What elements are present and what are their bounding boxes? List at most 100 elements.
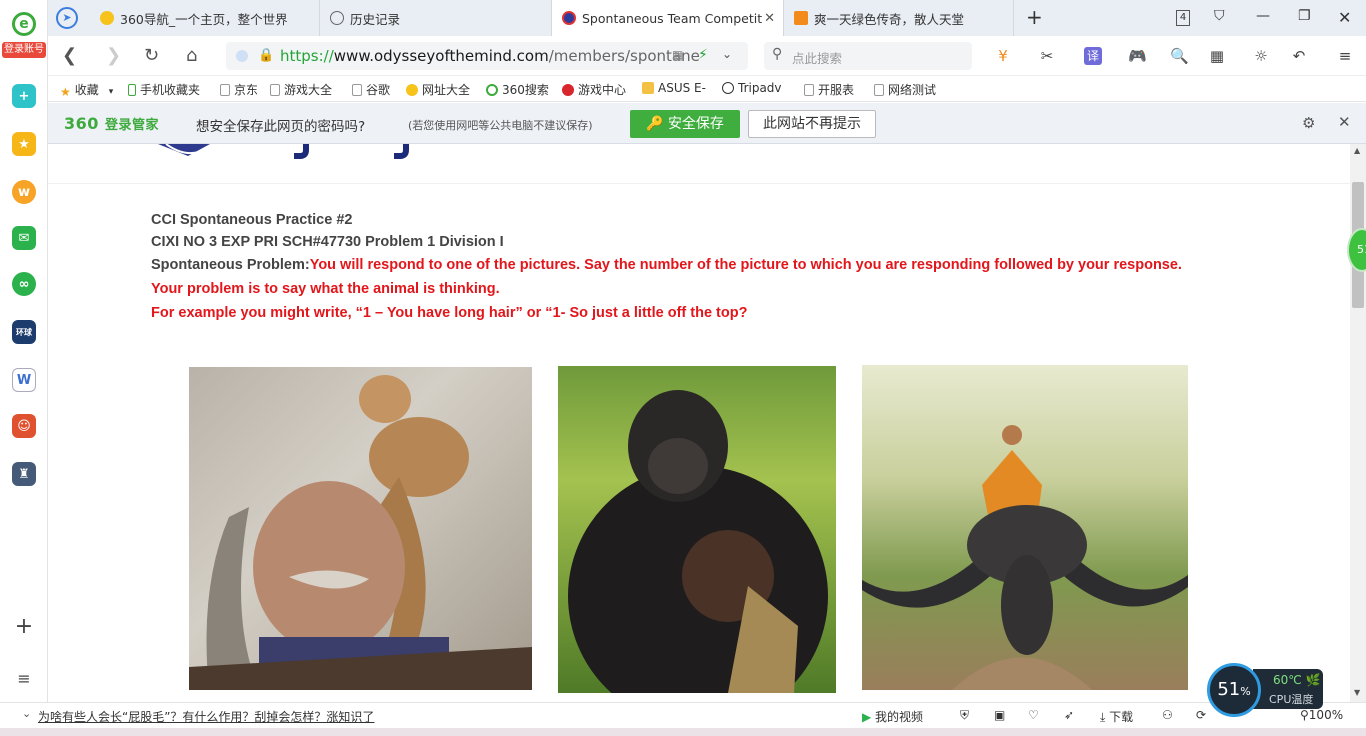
page-icon — [220, 84, 230, 96]
search-icon: ⚲ — [772, 46, 783, 62]
sync-icon[interactable]: ⟳ — [1196, 708, 1206, 722]
never-for-this-site-button[interactable]: 此网站不再提示 — [748, 110, 876, 138]
bookmark-google[interactable]: 谷歌 — [352, 81, 390, 98]
home-button[interactable]: ⌂ — [186, 45, 197, 66]
rocket-icon[interactable]: ➶ — [1064, 708, 1074, 722]
page-icon — [874, 84, 884, 96]
bookmark-mobile-favorites[interactable]: 手机收藏夹 — [128, 81, 200, 98]
back-button[interactable]: ❮ — [62, 45, 77, 66]
360-logo-icon — [406, 84, 418, 96]
problem-example: For example you might write, “1 – You ha… — [151, 305, 748, 321]
menu-list-icon[interactable]: ≡ — [12, 666, 36, 690]
chevron-down-icon[interactable]: ⌄ — [22, 707, 31, 720]
safe-save-button[interactable]: 🔑 安全保存 — [630, 110, 740, 138]
refresh-button[interactable]: ↻ — [144, 45, 159, 66]
image-icon[interactable]: ▣ — [994, 708, 1005, 722]
close-tab-icon[interactable]: ✕ — [764, 11, 775, 26]
chevron-down-icon[interactable]: ⌄ — [722, 47, 732, 61]
download-button[interactable]: ⤓ 下载 — [1100, 708, 1133, 725]
tab-history[interactable]: 历史记录 — [320, 0, 552, 36]
tab-label: 爽一天绿色传奇，散人天堂 — [814, 11, 965, 27]
problem-label: Spontaneous Problem: — [151, 257, 310, 273]
tab-label: 360导航_一个主页，整个世界 — [120, 11, 288, 27]
skin-shirt-icon[interactable]: ⛉ — [1214, 8, 1225, 24]
apps-grid-icon[interactable]: ▦ — [1208, 47, 1226, 65]
game-center-icon — [562, 84, 574, 96]
bookmark-tripadvisor[interactable]: Tripadv — [722, 81, 782, 95]
scissors-icon[interactable]: ✂ — [1038, 47, 1056, 65]
download-icon: ⤓ — [1100, 710, 1110, 724]
document-icon[interactable]: W — [12, 368, 36, 392]
360-logo-icon — [100, 11, 114, 25]
browser-logo-icon[interactable]: e — [12, 12, 36, 36]
add-icon[interactable]: + — [12, 614, 36, 639]
bookmark-jd[interactable]: 京东 — [220, 81, 258, 98]
forward-button[interactable]: ❯ — [106, 45, 121, 66]
close-window-button[interactable]: ✕ — [1338, 8, 1351, 27]
bookmark-server-list[interactable]: 开服表 — [804, 81, 854, 98]
wallet-icon[interactable]: ¥ — [994, 47, 1012, 65]
main-menu-icon[interactable]: ≡ — [1336, 47, 1354, 65]
site-info-icon[interactable] — [236, 50, 248, 62]
news-ticker-link[interactable]: 为啥有些人会长“屁股毛”？有什么作用？刮掉会怎样？涨知识了 — [38, 708, 374, 725]
game-castle-icon[interactable]: ♜ — [12, 462, 36, 486]
bookmark-url-directory[interactable]: 网址大全 — [406, 81, 470, 98]
speed-mode-icon[interactable]: ⚡ — [698, 47, 708, 63]
heart-rate-icon[interactable]: ♡ — [1028, 708, 1039, 722]
medical-plus-icon[interactable]: + — [12, 84, 36, 108]
bookmark-asus[interactable]: ASUS E- — [642, 81, 706, 95]
global-shopping-icon[interactable]: 环球 — [12, 320, 36, 344]
bookmark-360-search[interactable]: 360搜索 — [486, 81, 549, 98]
weibo-icon[interactable]: w — [12, 180, 36, 204]
school-problem-line: CIXI NO 3 EXP PRI SCH#47730 Problem 1 Di… — [151, 234, 504, 250]
tab-count-badge[interactable]: 4 — [1176, 10, 1190, 26]
public-computer-note: (若您使用网吧等公共电脑不建议保存) — [408, 119, 593, 132]
mail-icon[interactable]: ✉ — [12, 226, 36, 250]
cpu-monitor-widget[interactable]: 60℃ 🌿 CPU温度 51% — [1207, 663, 1323, 717]
shield-icon[interactable]: ⛨ — [960, 708, 969, 723]
page-content: CCI Spontaneous Practice #2 CIXI NO 3 EX… — [48, 144, 1350, 702]
tab-legend-game[interactable]: 爽一天绿色传奇，散人天堂 — [784, 0, 1014, 36]
undo-icon[interactable]: ↶ — [1290, 47, 1308, 65]
monk-buffalo-illustration — [862, 425, 1188, 690]
gorilla-illustration — [568, 390, 828, 693]
link-icon[interactable]: ∞ — [12, 272, 36, 296]
navigation-arrow-icon[interactable]: ➤ — [56, 7, 78, 29]
close-bar-icon[interactable]: ✕ — [1338, 113, 1351, 131]
qr-code-icon[interactable]: ▦ — [672, 48, 683, 62]
tab-spontaneous-team[interactable]: Spontaneous Team Competit ✕ — [552, 0, 784, 36]
tab-360-navigation[interactable]: 360导航_一个主页，整个世界 — [90, 0, 320, 36]
minimize-button[interactable]: — — [1256, 8, 1270, 24]
clock-icon — [330, 11, 344, 25]
game-avatar-icon[interactable]: ☺ — [12, 414, 36, 438]
scroll-down-arrow-icon[interactable]: ▼ — [1354, 688, 1360, 697]
search-box[interactable]: ⚲ 点此搜索 — [764, 42, 972, 70]
owl-icon — [722, 82, 734, 94]
magnifier-icon[interactable]: 🔍 — [1170, 47, 1189, 65]
bookmark-game-list[interactable]: 游戏大全 — [270, 81, 332, 98]
restore-button[interactable]: ❐ — [1298, 8, 1311, 24]
bookmark-game-center[interactable]: 游戏中心 — [562, 81, 626, 98]
settings-gear-icon[interactable]: ⚙ — [1302, 114, 1315, 132]
scroll-up-arrow-icon[interactable]: ▲ — [1354, 146, 1360, 155]
new-tab-button[interactable]: + — [1026, 5, 1043, 29]
star-icon[interactable]: ★ — [12, 132, 36, 156]
address-bar[interactable]: 🔒 https://www.odysseyofthemind.com/membe… — [226, 42, 748, 70]
my-video-button[interactable]: ▶ 我的视频 — [862, 708, 923, 725]
translate-button[interactable]: 译 — [1084, 47, 1102, 65]
tab-label: Spontaneous Team Competit — [582, 10, 762, 26]
photo-monk-on-buffalo — [862, 365, 1188, 690]
gamepad-icon[interactable]: 🎮 — [1128, 47, 1147, 65]
network-icon[interactable]: ⚇ — [1162, 708, 1173, 722]
url-text[interactable]: https://www.odysseyofthemind.com/members… — [280, 47, 700, 65]
search-input[interactable]: 点此搜索 — [792, 48, 842, 67]
bookmark-favorites[interactable]: ★ 收藏 ▾ — [60, 81, 113, 99]
site-header-strip — [48, 144, 1350, 184]
page-icon — [804, 84, 814, 96]
lock-icon[interactable]: 🔒 — [258, 48, 274, 63]
brightness-icon[interactable]: ☼ — [1252, 47, 1270, 65]
bookmark-network-test[interactable]: 网络测试 — [874, 81, 936, 98]
play-icon: ▶ — [862, 710, 876, 724]
login-account-button[interactable]: 登录账号 — [2, 42, 46, 58]
key-icon: 🔑 — [646, 116, 668, 132]
